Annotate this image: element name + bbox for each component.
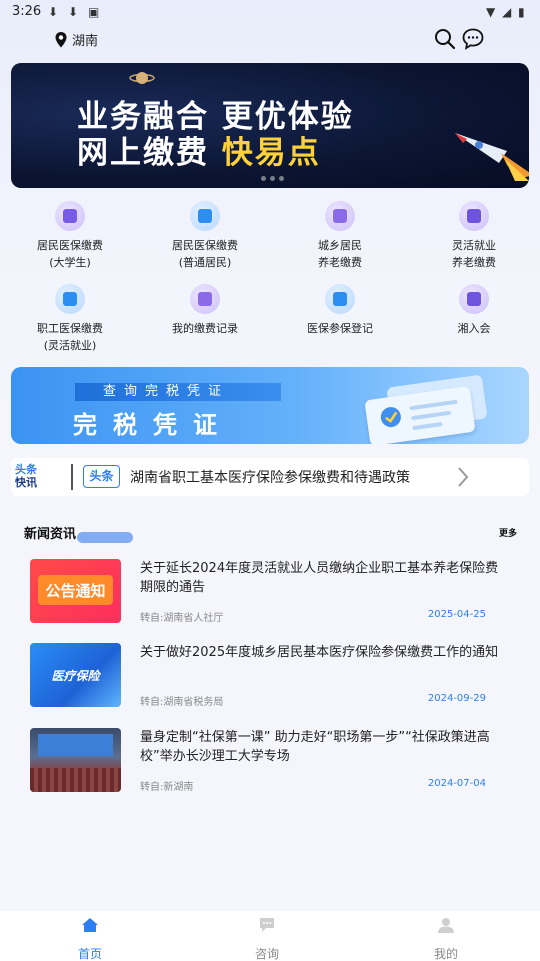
service-sublabel: (灵活就业) xyxy=(43,339,97,352)
service-sublabel: (大学生) xyxy=(49,256,91,269)
news-thumbnail: 医疗保险 xyxy=(30,643,121,707)
battery-icon: ▮ xyxy=(518,5,525,19)
news-headline: 关于延长2024年度灵活就业人员缴纳企业职工基本养老保险费期限的通告 xyxy=(140,561,499,595)
headline-tag: 头条 xyxy=(83,465,120,488)
divider xyxy=(71,464,73,490)
headline-brand-logo: 头条 快讯 xyxy=(15,463,47,489)
news-item[interactable]: 公告通知 关于延长2024年度灵活就业人员缴纳企业职工基本养老保险费期限的通告 … xyxy=(30,559,500,624)
chevron-right-icon xyxy=(458,467,469,487)
nav-profile[interactable]: 我的 xyxy=(416,917,476,961)
payment-icon xyxy=(190,201,220,231)
service-label: 灵活就业 xyxy=(452,239,496,252)
banner-headline-2: 网上缴费 快易点 xyxy=(77,127,321,172)
nav-label: 我的 xyxy=(433,947,458,961)
chat-icon xyxy=(260,918,274,932)
news-thumbnail: 公告通知 xyxy=(30,559,121,623)
certificate-card-icon xyxy=(364,385,476,444)
briefcase-icon xyxy=(459,201,489,231)
news-item[interactable]: 量身定制“社保第一课” 助力走好“职场第一步”“社保政策进高校”举办长沙理工大学… xyxy=(30,728,500,793)
news-source: 转自:湖南省人社厅 xyxy=(140,613,224,624)
badge-check-icon xyxy=(380,399,458,430)
search-icon[interactable] xyxy=(433,27,457,51)
record-icon xyxy=(190,284,220,314)
message-icon[interactable] xyxy=(461,27,485,51)
thumb-audience xyxy=(30,768,121,792)
app-notification-icon: ▣ xyxy=(88,5,100,19)
headline-text: 湖南省职工基本医疗保险参保缴费和待遇政策 xyxy=(130,470,410,486)
top-bar: 湖南 xyxy=(0,24,540,58)
service-label: 居民医保缴费 xyxy=(37,239,103,252)
thumb-text: 医疗保险 xyxy=(51,669,100,683)
banner-headline-2-highlight: 快易点 xyxy=(221,135,321,171)
home-globe-icon xyxy=(459,284,489,314)
medical-plus-icon xyxy=(325,284,355,314)
news-source: 转自:湖南省税务局 xyxy=(140,697,224,708)
service-label: 医保参保登记 xyxy=(307,322,373,335)
news-headline: 量身定制“社保第一课” 助力走好“职场第一步”“社保政策进高校”举办长沙理工大学… xyxy=(140,730,490,764)
pager-dot xyxy=(279,176,284,181)
status-bar: 3:26 ⬇ ⬇ ▣ ▼ ◢ ▮ xyxy=(0,0,540,24)
location-label: 湖南 xyxy=(72,34,99,49)
nav-label: 咨询 xyxy=(254,947,279,961)
service-label: 我的缴费记录 xyxy=(172,322,238,335)
pager-dot xyxy=(261,176,266,181)
service-payment-records[interactable]: 我的缴费记录 xyxy=(145,284,265,337)
service-employee-medical[interactable]: 职工医保缴费 (灵活就业) xyxy=(10,284,130,354)
headline-news-strip[interactable]: 头条 快讯 头条 湖南省职工基本医疗保险参保缴费和待遇政策 xyxy=(11,458,529,496)
pager-dot xyxy=(270,176,275,181)
service-student-medical[interactable]: 居民医保缴费 (大学生) xyxy=(10,201,130,271)
download-icon: ⬇ xyxy=(68,5,79,19)
service-label: 职工医保缴费 xyxy=(37,322,103,335)
home-icon xyxy=(82,918,98,932)
thumb-text: 公告通知 xyxy=(45,582,106,600)
promo-banner[interactable]: 业务融合 更优体验 网上缴费 快易点 xyxy=(11,63,529,188)
tax-certificate-banner[interactable]: 查询完税凭证 完税凭证 xyxy=(11,367,529,444)
service-insurance-registration[interactable]: 医保参保登记 xyxy=(280,284,400,337)
banner-pager xyxy=(261,176,284,181)
news-date: 2024-07-04 xyxy=(427,778,486,789)
news-item[interactable]: 医疗保险 关于做好2025年度城乡居民基本医疗保险参保缴费工作的通知 转自:湖南… xyxy=(30,643,500,708)
service-sublabel: 养老缴费 xyxy=(452,256,496,269)
news-thumbnail xyxy=(30,728,121,792)
news-section-title: 新闻资讯 xyxy=(24,527,77,542)
headline-brand-top: 头条 xyxy=(15,463,37,476)
nav-home[interactable]: 首页 xyxy=(60,917,120,961)
signal-icon: ◢ xyxy=(502,5,512,19)
headline-brand-bottom: 快讯 xyxy=(15,476,37,489)
news-date: 2025-04-25 xyxy=(427,609,486,620)
status-time: 3:26 xyxy=(12,4,42,19)
rocket-icon xyxy=(455,133,529,181)
download-icon: ⬇ xyxy=(48,5,59,19)
nav-label: 首页 xyxy=(77,947,102,961)
graduation-cap-icon xyxy=(55,201,85,231)
bottom-nav: 首页 咨询 我的 xyxy=(0,911,540,961)
section-title-underline xyxy=(77,532,133,543)
medical-bottle-icon xyxy=(55,284,85,314)
location-selector[interactable]: 湖南 xyxy=(54,30,98,49)
news-headline: 关于做好2025年度城乡居民基本医疗保险参保缴费工作的通知 xyxy=(140,645,499,660)
location-pin-icon xyxy=(55,31,67,47)
pension-icon xyxy=(325,201,355,231)
tax-banner-title: 完税凭证 xyxy=(73,411,233,439)
tax-banner-subtitle: 查询完税凭证 xyxy=(75,383,281,401)
news-date: 2024-09-29 xyxy=(427,693,486,704)
wifi-icon: ▼ xyxy=(486,5,496,19)
service-resident-medical[interactable]: 居民医保缴费 (普通居民) xyxy=(145,201,265,271)
news-more-link[interactable]: 更多 xyxy=(499,526,517,539)
service-label: 城乡居民 xyxy=(318,239,362,252)
service-label: 湘入会 xyxy=(457,322,491,335)
nav-consult[interactable]: 咨询 xyxy=(237,917,297,961)
service-label: 居民医保缴费 xyxy=(172,239,238,252)
service-sublabel: 养老缴费 xyxy=(318,256,362,269)
service-xiangruhui[interactable]: 湘入会 xyxy=(414,284,534,337)
banner-headline-2-prefix: 网上缴费 xyxy=(77,135,222,171)
service-flexible-pension[interactable]: 灵活就业 养老缴费 xyxy=(414,201,534,271)
planet-icon xyxy=(129,72,155,84)
user-icon xyxy=(438,918,454,933)
service-sublabel: (普通居民) xyxy=(178,256,232,269)
news-source: 转自:新湖南 xyxy=(140,782,194,793)
service-rural-pension[interactable]: 城乡居民 养老缴费 xyxy=(280,201,400,271)
thumb-screen xyxy=(38,734,113,756)
